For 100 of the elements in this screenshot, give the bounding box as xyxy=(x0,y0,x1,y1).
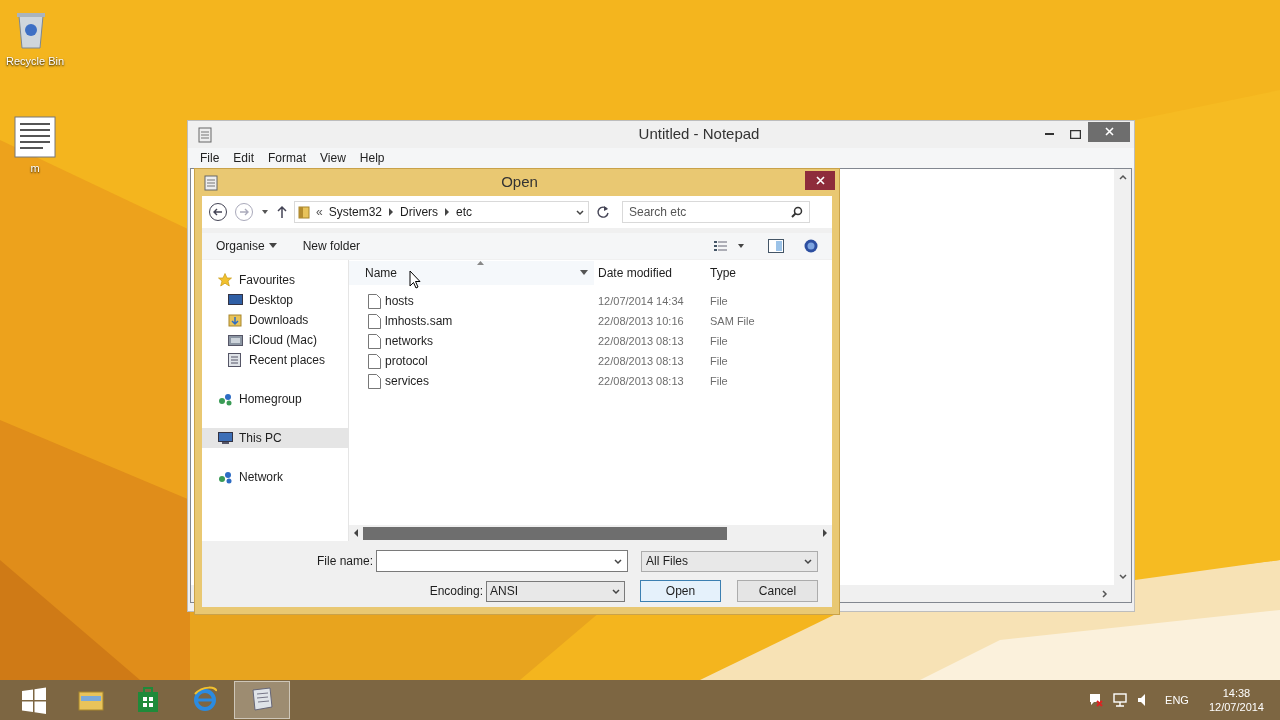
icon-label: Recycle Bin xyxy=(5,56,65,67)
breadcrumb-separator: « xyxy=(316,204,323,221)
file-date: 22/08/2013 08:13 xyxy=(597,373,685,389)
homegroup-icon xyxy=(218,392,233,406)
document-icon[interactable] xyxy=(13,115,57,159)
dropdown-icon xyxy=(613,557,623,565)
column-header[interactable]: Date modified xyxy=(594,261,706,285)
breadcrumb-item[interactable]: etc xyxy=(456,203,473,221)
file-date: 22/08/2013 08:13 xyxy=(597,333,685,349)
dropdown-icon[interactable] xyxy=(260,208,270,216)
file-type: File xyxy=(709,373,729,389)
nav-item[interactable]: Desktop xyxy=(202,290,348,310)
menu-item[interactable]: File xyxy=(200,149,220,167)
address-bar[interactable]: « System32 Drivers etc xyxy=(294,201,589,223)
nav-item[interactable]: Downloads xyxy=(202,310,348,330)
dropdown-icon xyxy=(575,208,585,216)
file-type: File xyxy=(709,353,729,369)
nav-item[interactable]: iCloud (Mac) xyxy=(202,330,348,350)
dialog-title: Open xyxy=(500,172,539,193)
taskbar-button[interactable] xyxy=(234,681,290,719)
dialog-button[interactable]: Cancel xyxy=(737,580,818,602)
file-row[interactable]: networks 22/08/2013 08:13 File xyxy=(349,331,832,351)
field-label: File name: xyxy=(316,553,373,570)
view-options-icon[interactable] xyxy=(714,240,746,252)
action-center-icon[interactable] xyxy=(1089,693,1104,707)
scroll-up-icon xyxy=(1117,173,1128,181)
folder-icon xyxy=(228,333,243,347)
scrollbar-thumb[interactable] xyxy=(363,526,727,540)
network-icon xyxy=(218,470,233,484)
monitor-icon xyxy=(228,293,243,307)
nav-item[interactable]: Network xyxy=(202,467,348,487)
field-label: Encoding: xyxy=(429,583,483,600)
scroll-down-icon xyxy=(1117,573,1128,581)
column-header[interactable]: Type xyxy=(706,261,832,285)
menu-item[interactable]: Help xyxy=(359,149,385,167)
encoding-dropdown[interactable]: ANSI xyxy=(486,580,625,602)
file-type: File xyxy=(709,293,729,309)
file-name: services xyxy=(385,373,429,390)
new-folder-button[interactable]: New folder xyxy=(302,237,361,255)
recent-places-icon xyxy=(228,353,243,367)
close-icon xyxy=(815,176,825,185)
organise-menu[interactable]: Organise xyxy=(216,237,277,255)
computer-icon xyxy=(218,431,233,445)
column-header[interactable]: Name xyxy=(349,261,594,285)
notepad-icon xyxy=(204,174,218,191)
file-name: lmhosts.sam xyxy=(385,313,453,330)
network-icon[interactable] xyxy=(1113,693,1128,707)
nav-item[interactable]: Favourites xyxy=(202,270,348,290)
vertical-scrollbar[interactable] xyxy=(1114,169,1131,585)
horizontal-scrollbar[interactable] xyxy=(349,525,832,541)
window-title: Untitled - Notepad xyxy=(637,124,761,145)
file-name: networks xyxy=(385,333,434,350)
file-name: hosts xyxy=(385,293,414,310)
file-date: 12/07/2014 14:34 xyxy=(597,293,685,309)
breadcrumb-item[interactable]: Drivers xyxy=(400,203,439,221)
dropdown-icon xyxy=(803,557,813,565)
nav-item[interactable]: This PC xyxy=(202,428,348,448)
file-row[interactable]: protocol 22/08/2013 08:13 File xyxy=(349,351,832,371)
sort-dropdown-icon xyxy=(580,270,588,276)
file-icon xyxy=(368,353,381,369)
search-field[interactable]: Search etc xyxy=(622,201,810,223)
breadcrumb-item[interactable]: System32 xyxy=(328,203,383,221)
close-icon xyxy=(1104,127,1114,136)
search-icon xyxy=(791,206,803,218)
file-type-dropdown[interactable]: All Files xyxy=(641,550,818,572)
close-button[interactable] xyxy=(1088,121,1130,142)
clock-date[interactable]: 12/07/2014 xyxy=(1208,700,1264,714)
file-row[interactable]: lmhosts.sam 22/08/2013 10:16 SAM File xyxy=(349,311,832,331)
chevron-right-icon xyxy=(444,208,451,216)
clock-time[interactable]: 14:38 xyxy=(1222,686,1251,700)
nav-item[interactable]: Homegroup xyxy=(202,389,348,409)
nav-item[interactable]: Recent places xyxy=(202,350,348,370)
maximize-icon xyxy=(1069,130,1081,139)
close-button[interactable] xyxy=(805,171,835,190)
scroll-left-icon xyxy=(353,529,359,537)
file-icon xyxy=(368,333,381,349)
up-arrow-icon[interactable] xyxy=(276,205,288,219)
menu-item[interactable]: Format xyxy=(268,149,307,167)
menu-item[interactable]: Edit xyxy=(233,149,255,167)
sort-ascending-icon xyxy=(477,261,484,265)
refresh-icon[interactable] xyxy=(596,205,610,219)
language-indicator[interactable]: ENG xyxy=(1165,691,1189,709)
menu-item[interactable]: View xyxy=(320,149,346,167)
scroll-right-icon xyxy=(1101,588,1109,599)
icon-label: m xyxy=(30,163,40,174)
preview-pane-icon[interactable] xyxy=(768,239,784,253)
dropdown-icon xyxy=(611,587,621,595)
file-row[interactable]: hosts 12/07/2014 14:34 File xyxy=(349,291,832,311)
notepad-icon xyxy=(198,126,212,143)
dialog-button[interactable]: Open xyxy=(640,580,721,602)
file-icon xyxy=(368,313,381,329)
downloads-folder-icon xyxy=(228,313,243,327)
file-type: SAM File xyxy=(709,313,756,329)
back-icon[interactable] xyxy=(208,202,228,222)
file-row[interactable]: services 22/08/2013 08:13 File xyxy=(349,371,832,391)
file-date: 22/08/2013 08:13 xyxy=(597,353,685,369)
help-icon[interactable] xyxy=(804,239,818,253)
dropdown-icon xyxy=(268,243,277,249)
file-name-field[interactable] xyxy=(376,550,628,572)
file-icon xyxy=(368,293,381,309)
